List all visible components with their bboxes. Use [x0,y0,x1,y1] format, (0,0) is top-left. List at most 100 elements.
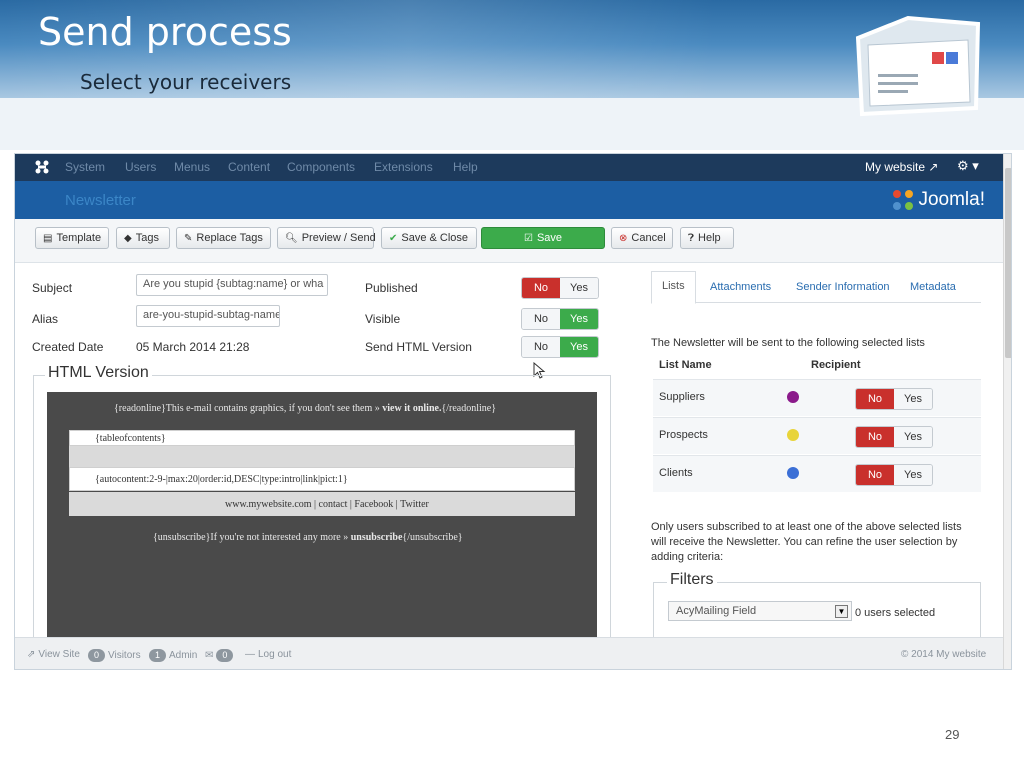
joomla-logo: Joomla! [892,187,985,213]
tag-icon: ◆ [124,232,132,244]
visible-no[interactable]: No [522,309,560,329]
subject-label: Subject [32,281,73,295]
page-header-bar: Newsletter Joomla! [15,181,1003,219]
menu-menus[interactable]: Menus [174,160,210,174]
send-html-no[interactable]: No [522,337,560,357]
visitors-count: 0 [88,649,105,662]
settings-gear-icon[interactable]: ⚙ ▾ [957,158,979,174]
filters-legend: Filters [667,571,717,589]
template-label: Template [56,232,102,244]
tab-lists[interactable]: Lists [651,271,696,304]
newsletter-envelope-icon [855,15,981,117]
menu-content[interactable]: Content [228,160,270,174]
replace-tags-button[interactable]: ✎ Replace Tags [176,227,271,249]
send-html-label: Send HTML Version [365,340,472,354]
visible-toggle[interactable]: No Yes [521,308,599,330]
menu-components[interactable]: Components [287,160,355,174]
toc-block: {tableofcontents} [69,430,575,446]
logout-label: Log out [258,649,292,660]
send-html-toggle[interactable]: No Yes [521,336,599,358]
visitors-label: Visitors [108,650,141,661]
recipient-toggle[interactable]: No Yes [855,388,933,410]
joomla-logo-icon [893,190,914,210]
my-website-link[interactable]: My website ↗ [865,160,938,174]
alias-label: Alias [32,312,59,326]
menu-help[interactable]: Help [453,160,478,174]
list-color-dot [787,467,799,479]
unsubscribe-link[interactable]: unsubscribe [351,532,403,543]
unsubscribe-pre: {unsubscribe}If you're not interested an… [153,532,351,543]
visible-label: Visible [365,312,401,326]
users-selected-count: 0 users selected [855,607,936,619]
tab-attachments[interactable]: Attachments [710,281,771,293]
view-site-link[interactable]: ⇗ View Site [27,649,80,660]
list-color-dot [787,391,799,403]
page-title: Newsletter [65,192,136,209]
template-icon: ▤ [43,232,53,244]
slide-page-number: 29 [945,727,960,742]
tags-button[interactable]: ◆ Tags [116,227,170,249]
editor-grey-band [69,446,575,468]
copyright: © 2014 My website [901,649,987,660]
recipient-no[interactable]: No [856,465,894,485]
subject-field[interactable]: Are you stupid {subtag:name} or wha [136,274,328,296]
list-name: Suppliers [659,391,705,403]
help-button[interactable]: ❓︎ Help [680,227,734,249]
preview-send-button[interactable]: 🔍︎ Preview / Send [277,227,376,249]
view-site-label: View Site [38,649,80,660]
published-no[interactable]: No [522,278,560,298]
menu-system[interactable]: System [65,160,105,174]
menu-extensions[interactable]: Extensions [374,160,433,174]
html-version-legend: HTML Version [45,364,152,382]
alias-field[interactable]: are-you-stupid-subtag-name [136,305,280,327]
messages-count: 0 [216,649,234,662]
mail-icon: ✉ [205,650,214,661]
messages-indicator[interactable]: ✉ 0 [205,649,234,662]
cancel-button[interactable]: ⊗ Cancel [611,227,673,249]
tags-label: Tags [135,232,159,244]
search-icon: 🔍︎ [285,232,298,244]
replace-tags-icon: ✎ [184,232,193,244]
newsletter-tabs: Lists Attachments Sender Information Met… [651,271,981,304]
scrollbar-thumb[interactable] [1005,168,1011,358]
created-date-label: Created Date [32,340,104,354]
send-html-yes[interactable]: Yes [560,337,598,357]
toolbar: ▤ Template ◆ Tags ✎ Replace Tags 🔍︎ Preview … [15,219,1003,263]
recipient-toggle[interactable]: No Yes [855,464,933,486]
filter-field-select[interactable]: AcyMailing Field [668,601,852,621]
cancel-label: Cancel [631,232,666,244]
save-close-button[interactable]: ✔ Save & Close [381,227,477,249]
save-button[interactable]: ☑ Save [481,227,605,249]
external-link-icon: ↗ [928,160,939,174]
readonline-pre: {readonline}This e-mail contains graphic… [114,403,383,414]
joomla-menu-icon[interactable] [35,160,49,174]
readonline-link[interactable]: view it online. [382,403,441,414]
logout-link[interactable]: — Log out [245,649,291,660]
visitors-indicator[interactable]: 0 Visitors [88,649,141,662]
template-button[interactable]: ▤ Template [35,227,109,249]
menu-users[interactable]: Users [125,160,156,174]
chevron-down-icon[interactable]: ▼ [835,605,848,618]
visible-yes[interactable]: Yes [560,309,598,329]
status-bar: ⇗ View Site 0 Visitors 1 Admin ✉ 0 — Log out … [15,637,1003,669]
readonline-line: {readonline}This e-mail contains graphic… [114,403,496,414]
joomla-wordmark: Joomla! [918,189,985,210]
recipient-no[interactable]: No [856,427,894,447]
recipient-header: Recipient [811,359,861,371]
recipient-no[interactable]: No [856,389,894,409]
tab-sender-information[interactable]: Sender Information [796,281,890,293]
vertical-scrollbar[interactable] [1003,154,1011,669]
slide-title: Send process [38,10,292,54]
help-label: Help [698,232,721,244]
published-toggle[interactable]: No Yes [521,277,599,299]
admin-indicator[interactable]: 1 Admin [149,649,197,662]
recipient-toggle[interactable]: No Yes [855,426,933,448]
tab-metadata[interactable]: Metadata [910,281,956,293]
table-row: Prospects No Yes [653,417,981,454]
recipient-yes[interactable]: Yes [894,427,932,447]
html-editor[interactable]: {readonline}This e-mail contains graphic… [47,392,597,638]
joomla-screenshot: System Users Menus Content Components Ex… [14,153,1012,670]
published-yes[interactable]: Yes [560,278,598,298]
recipient-yes[interactable]: Yes [894,389,932,409]
recipient-yes[interactable]: Yes [894,465,932,485]
